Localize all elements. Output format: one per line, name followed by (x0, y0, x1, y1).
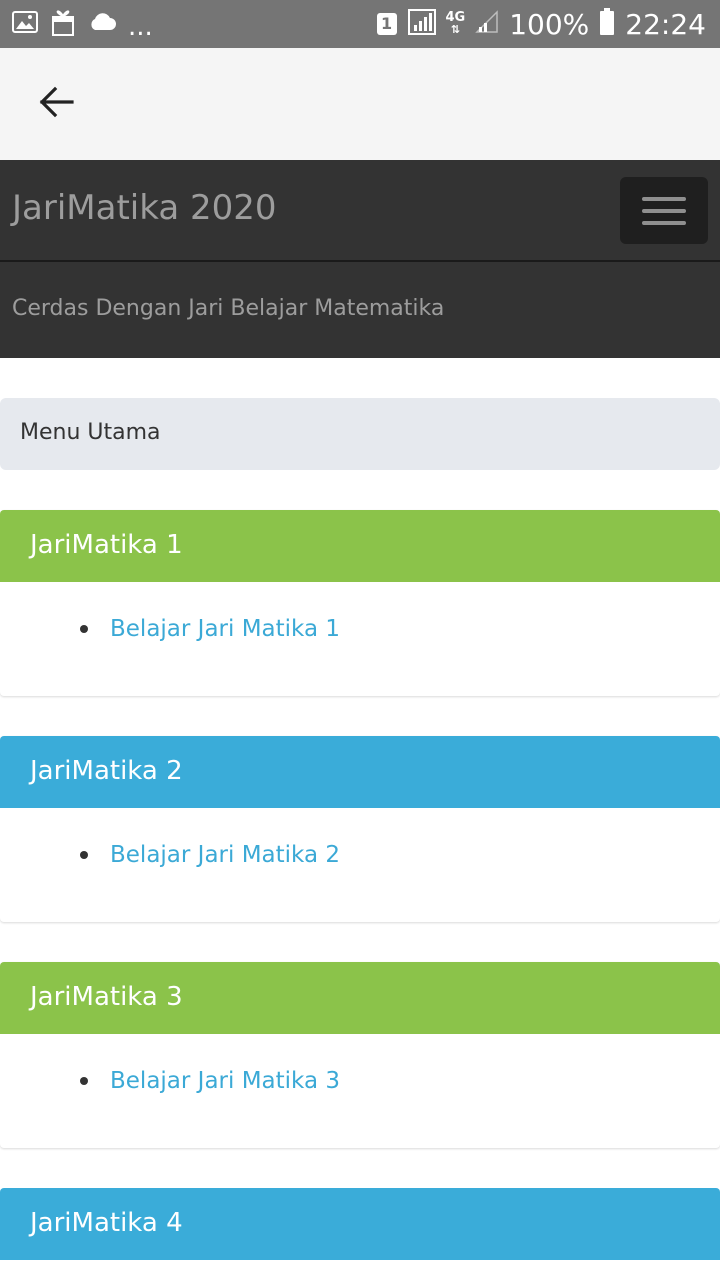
navbar-toggle-button[interactable] (620, 177, 708, 244)
lesson-link-1[interactable]: Belajar Jari Matika 1 (110, 616, 340, 642)
list-item: Belajar Jari Matika 2 (80, 842, 340, 868)
panel-body: Belajar Jari Matika 1 (0, 582, 720, 696)
app-bar (0, 48, 720, 160)
breadcrumb: Menu Utama (0, 398, 720, 470)
gif-icon (50, 8, 76, 40)
panel-jarimatika-4: JariMatika 4 (0, 1188, 720, 1280)
hamburger-menu-icon-bar (642, 196, 686, 201)
network-4g-icon: 4G ⇅ (445, 10, 466, 36)
panel-jarimatika-3: JariMatika 3 Belajar Jari Matika 3 (0, 962, 720, 1148)
lesson-link-2[interactable]: Belajar Jari Matika 2 (110, 842, 340, 868)
sim-slot-number: 1 (380, 14, 393, 33)
image-icon (12, 11, 38, 37)
panel-title: JariMatika 3 (30, 982, 183, 1012)
panel-title: JariMatika 2 (30, 756, 183, 786)
hamburger-menu-icon-bar (642, 220, 686, 225)
tagline-bar: Cerdas Dengan Jari Belajar Matematika (0, 262, 720, 358)
panel-heading: JariMatika 1 (0, 510, 720, 582)
panel-body: Belajar Jari Matika 3 (0, 1034, 720, 1148)
panel-heading: JariMatika 3 (0, 962, 720, 1034)
signal-weak-icon (475, 10, 499, 38)
lesson-link-3[interactable]: Belajar Jari Matika 3 (110, 1068, 340, 1094)
bullet-icon (80, 851, 88, 859)
status-bar-right: 1 4G ⇅ 100% 22:24 (376, 0, 706, 48)
status-bar: ... 1 4G ⇅ 100% 22:24 (0, 0, 720, 48)
panel-title: JariMatika 4 (30, 1208, 183, 1238)
panel-body: Belajar Jari Matika 2 (0, 808, 720, 922)
menu-title: Menu Utama (20, 420, 161, 445)
bullet-icon (80, 625, 88, 633)
list-item: Belajar Jari Matika 1 (80, 616, 340, 642)
panel-heading: JariMatika 2 (0, 736, 720, 808)
status-bar-left: ... (12, 0, 153, 48)
cloud-icon (88, 12, 116, 36)
bullet-icon (80, 1077, 88, 1085)
battery-percent: 100% (509, 7, 590, 41)
navbar: JariMatika 2020 (0, 160, 720, 262)
arrow-left-icon (38, 86, 74, 122)
battery-icon (599, 8, 615, 40)
panel-heading: JariMatika 4 (0, 1188, 720, 1260)
panel-title: JariMatika 1 (30, 530, 183, 560)
tagline: Cerdas Dengan Jari Belajar Matematika (12, 296, 445, 321)
panel-jarimatika-2: JariMatika 2 Belajar Jari Matika 2 (0, 736, 720, 922)
back-button[interactable] (26, 78, 86, 130)
signal-icon (407, 9, 436, 39)
more-notifications: ... (128, 12, 153, 42)
navbar-brand[interactable]: JariMatika 2020 (12, 188, 277, 228)
list-item: Belajar Jari Matika 3 (80, 1068, 340, 1094)
clock: 22:24 (625, 7, 706, 41)
sim-icon: 1 (376, 12, 398, 36)
hamburger-menu-icon-bar (642, 208, 686, 213)
panel-jarimatika-1: JariMatika 1 Belajar Jari Matika 1 (0, 510, 720, 696)
